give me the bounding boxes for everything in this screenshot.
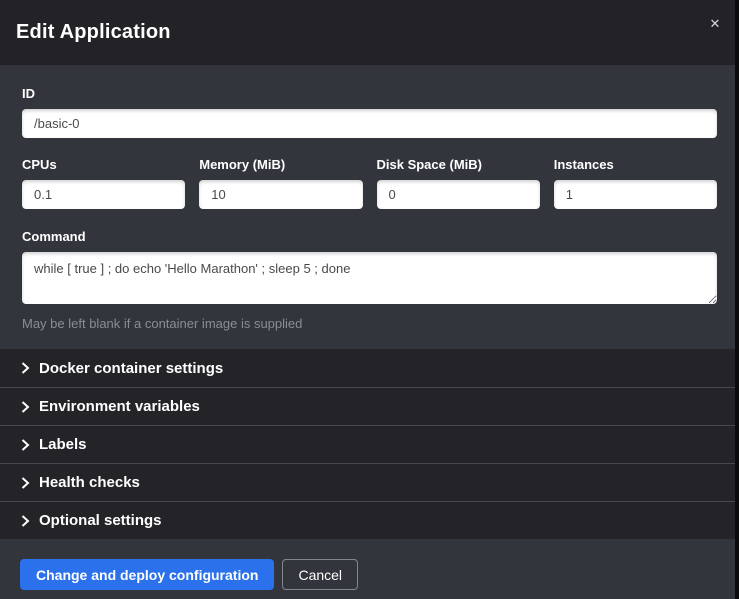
chevron-right-icon xyxy=(20,361,30,375)
section-docker-container-settings[interactable]: Docker container settings xyxy=(0,349,739,387)
section-environment-variables[interactable]: Environment variables xyxy=(0,387,739,425)
modal-header: Edit Application ✕ xyxy=(0,0,739,65)
disk-label: Disk Space (MiB) xyxy=(377,157,540,172)
memory-label: Memory (MiB) xyxy=(199,157,362,172)
instances-label: Instances xyxy=(554,157,717,172)
disk-field-group: Disk Space (MiB) xyxy=(377,157,540,209)
instances-input[interactable] xyxy=(554,180,717,209)
edit-application-modal: Edit Application ✕ ID CPUs Memory (MiB) … xyxy=(0,0,739,599)
resources-row: CPUs Memory (MiB) Disk Space (MiB) Insta… xyxy=(22,157,717,209)
section-label: Environment variables xyxy=(39,398,200,415)
disk-input[interactable] xyxy=(377,180,540,209)
cpus-field-group: CPUs xyxy=(22,157,185,209)
id-label: ID xyxy=(22,86,717,101)
id-field-group: ID xyxy=(22,86,717,138)
command-textarea[interactable]: while [ true ] ; do echo 'Hello Marathon… xyxy=(22,252,717,304)
command-field-group: Command while [ true ] ; do echo 'Hello … xyxy=(22,229,717,331)
command-help-text: May be left blank if a container image i… xyxy=(22,316,717,331)
command-label: Command xyxy=(22,229,717,244)
change-and-deploy-button[interactable]: Change and deploy configuration xyxy=(20,559,274,590)
modal-title: Edit Application xyxy=(16,21,171,44)
section-label: Labels xyxy=(39,436,87,453)
chevron-right-icon xyxy=(20,476,30,490)
section-labels[interactable]: Labels xyxy=(0,425,739,463)
chevron-right-icon xyxy=(20,400,30,414)
section-label: Docker container settings xyxy=(39,360,223,377)
cancel-button[interactable]: Cancel xyxy=(282,559,358,590)
section-label: Optional settings xyxy=(39,512,162,529)
close-icon[interactable]: ✕ xyxy=(705,14,725,34)
collapsible-sections: Docker container settings Environment va… xyxy=(0,349,739,539)
section-health-checks[interactable]: Health checks xyxy=(0,463,739,501)
section-label: Health checks xyxy=(39,474,140,491)
section-optional-settings[interactable]: Optional settings xyxy=(0,501,739,539)
modal-footer: Change and deploy configuration Cancel xyxy=(0,539,739,599)
id-input[interactable] xyxy=(22,109,717,138)
chevron-right-icon xyxy=(20,438,30,452)
memory-input[interactable] xyxy=(199,180,362,209)
application-form: ID CPUs Memory (MiB) Disk Space (MiB) In… xyxy=(0,65,739,349)
memory-field-group: Memory (MiB) xyxy=(199,157,362,209)
cpus-label: CPUs xyxy=(22,157,185,172)
instances-field-group: Instances xyxy=(554,157,717,209)
chevron-right-icon xyxy=(20,514,30,528)
cpus-input[interactable] xyxy=(22,180,185,209)
page-edge-strip xyxy=(735,0,739,599)
